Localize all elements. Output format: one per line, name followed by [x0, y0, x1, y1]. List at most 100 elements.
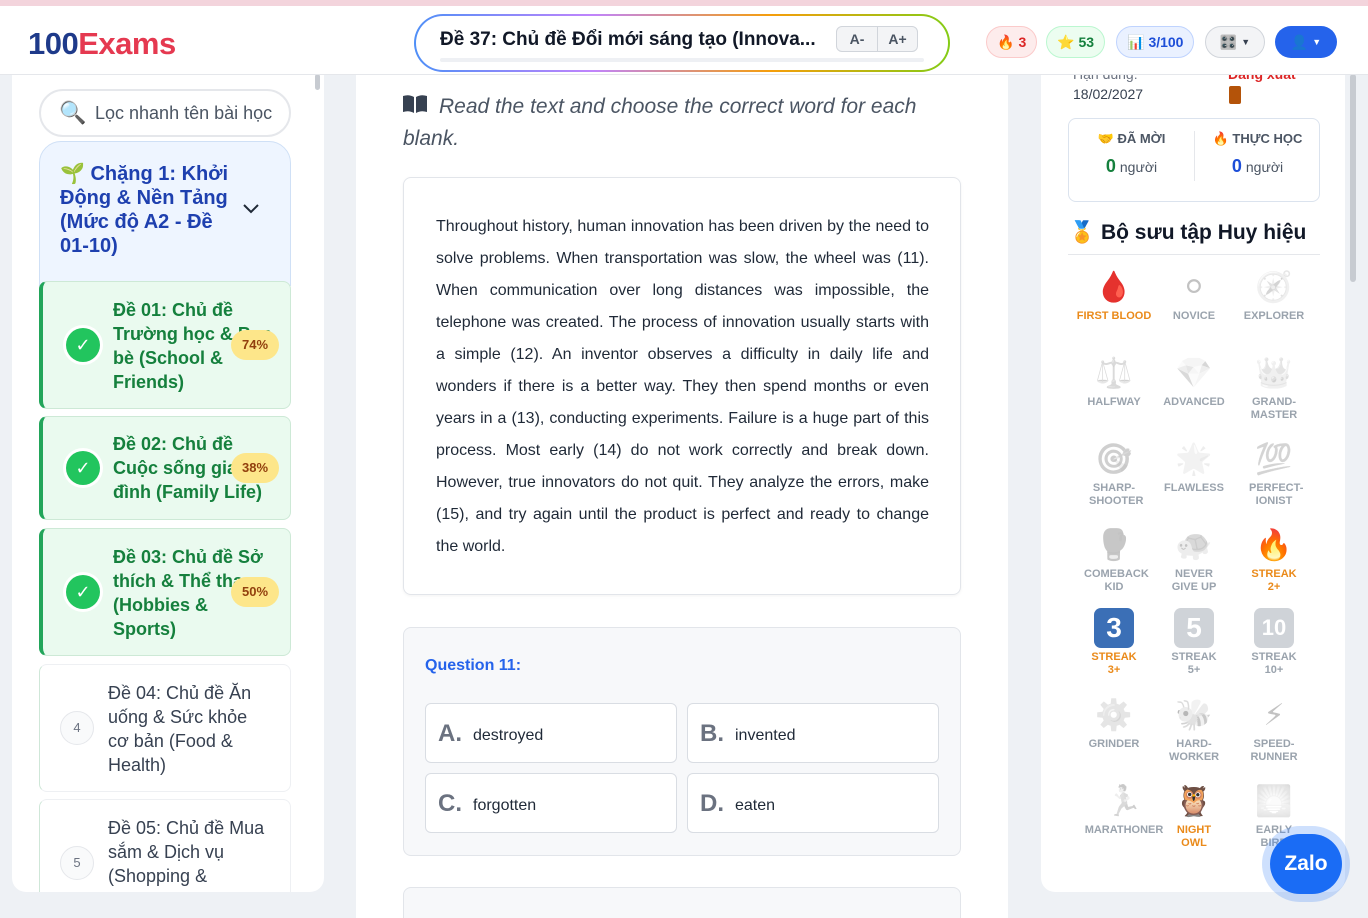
lesson-score-badge: 74%	[231, 330, 279, 360]
number-10-icon: 10	[1254, 608, 1294, 648]
badge-hard-worker[interactable]: 🐝 HARD-WORKER	[1154, 697, 1234, 764]
streak-count: 3	[1018, 34, 1027, 50]
logout-link[interactable]: Đăng xuất	[1228, 74, 1296, 82]
badge-first-blood[interactable]: 🩸 FIRST BLOOD	[1074, 269, 1154, 323]
badge-label: EXPLORER	[1243, 310, 1305, 322]
expiry-label: Hạn dùng:	[1073, 74, 1138, 82]
door-icon[interactable]	[1229, 86, 1241, 104]
turtle-icon: 🐢	[1175, 529, 1213, 562]
sunrise-icon: 🌅	[1255, 785, 1293, 818]
search-placeholder: Lọc nhanh tên bài học	[95, 103, 273, 123]
invite-stats-card: 🤝 ĐÃ MỜI 0 người 🔥 THỰC HỌC 0 người	[1068, 118, 1320, 202]
chart-icon: 📊	[1127, 33, 1145, 50]
instruction-text: Read the text and choose the correct wor…	[403, 95, 917, 150]
runner-icon: 🏃	[1105, 785, 1143, 818]
top-bar: 100Exams Đề 37: Chủ đề Đổi mới sáng tạo …	[0, 0, 1368, 75]
chevron-down-icon: ▼	[1241, 37, 1251, 47]
option-c-button[interactable]: C. forgotten	[425, 773, 677, 833]
check-icon: ✓	[66, 451, 100, 485]
badge-label: FIRST BLOOD	[1076, 310, 1152, 322]
badge-streak-3[interactable]: 3 STREAK 3+	[1074, 608, 1154, 677]
search-icon: 🔍	[59, 100, 87, 125]
practice-label: 🔥 THỰC HỌC	[1212, 131, 1303, 146]
badge-marathoner[interactable]: 🏃 MARATHONER	[1084, 783, 1164, 837]
badge-speed-runner[interactable]: ⚡ SPEED-RUNNER	[1234, 697, 1314, 764]
invited-stat: 🤝 ĐÃ MỜI 0 người	[1069, 131, 1194, 177]
sidebar-scrollbar[interactable]	[315, 74, 320, 90]
badge-halfway[interactable]: ⚖️ HALFWAY	[1074, 355, 1154, 409]
badge-label: GRINDER	[1088, 738, 1140, 750]
option-d-button[interactable]: D. eaten	[687, 773, 939, 833]
gear-icon: ⚙️	[1095, 699, 1133, 732]
bee-icon: 🐝	[1175, 699, 1213, 732]
crown-icon: 👑	[1255, 357, 1293, 390]
option-a-button[interactable]: A. destroyed	[425, 703, 677, 763]
lesson-item[interactable]: ✓ Đề 01: Chủ đề Trường học & Bạn bè (Sch…	[39, 281, 291, 409]
font-decrease-button[interactable]: A-	[837, 27, 877, 51]
progress-count: 3/100	[1148, 34, 1184, 50]
option-letter: C.	[438, 790, 462, 817]
lesson-item[interactable]: ✓ Đề 02: Chủ đề Cuộc sống gia đình (Fami…	[39, 416, 291, 520]
exam-title: Đề 37: Chủ đề Đổi mới sáng tạo (Innova..…	[440, 29, 816, 50]
circle-icon: ⚪	[1181, 271, 1207, 304]
badge-never-give-up[interactable]: 🐢 NEVER GIVE UP	[1154, 527, 1234, 594]
badge-perfectionist[interactable]: 💯 PERFECT-IONIST	[1234, 441, 1314, 508]
question-card: Question 11: A. destroyed B. invented C.…	[403, 627, 961, 856]
check-icon: ✓	[66, 575, 100, 609]
boxing-glove-icon: 🥊	[1095, 529, 1133, 562]
badge-explorer[interactable]: 🧭 EXPLORER	[1234, 269, 1314, 323]
badge-streak-10[interactable]: 10 STREAK 10+	[1234, 608, 1314, 677]
badge-label: HALFWAY	[1087, 396, 1141, 408]
number-5-icon: 5	[1174, 608, 1214, 648]
stage-accordion[interactable]: 🌱 Chặng 1: Khởi Động & Nền Tảng (Mức độ …	[39, 141, 291, 286]
passage-card: Throughout history, human innovation has…	[403, 177, 961, 595]
stage-title: 🌱 Chặng 1: Khởi Động & Nền Tảng (Mức độ …	[60, 163, 229, 257]
exam-title-pill: Đề 37: Chủ đề Đổi mới sáng tạo (Innova..…	[414, 14, 950, 72]
lesson-item[interactable]: 5 Đề 05: Chủ đề Mua sắm & Dịch vụ (Shopp…	[39, 799, 291, 892]
right-sidebar-scrollbar[interactable]	[1350, 74, 1356, 282]
logo[interactable]: 100Exams	[28, 26, 176, 62]
option-letter: D.	[700, 790, 724, 817]
badge-label: PERFECT-IONIST	[1249, 482, 1304, 507]
chevron-down-icon	[243, 204, 259, 214]
chevron-down-icon: ▼	[1312, 37, 1322, 47]
glowing-star-icon: 🌟	[1175, 443, 1213, 476]
zalo-chat-button[interactable]: Zalo	[1270, 834, 1342, 894]
badge-comeback-kid[interactable]: 🥊 COMEBACK KID	[1074, 527, 1154, 594]
invited-label: 🤝 ĐÃ MỜI	[1097, 131, 1166, 146]
badge-streak-5[interactable]: 5 STREAK 5+	[1154, 608, 1234, 677]
badge-novice[interactable]: ⚪ NOVICE	[1154, 269, 1234, 323]
next-question-card	[403, 887, 961, 918]
badge-advanced[interactable]: 💎 ADVANCED	[1154, 355, 1234, 409]
badge-label: GRAND-MASTER	[1250, 396, 1298, 421]
reading-passage: Throughout history, human innovation has…	[436, 218, 929, 555]
font-size-controls: A- A+	[836, 26, 918, 52]
badge-streak-2[interactable]: 🔥 STREAK 2+	[1234, 527, 1314, 594]
badge-flawless[interactable]: 🌟 FLAWLESS	[1154, 441, 1234, 495]
invited-count: 0	[1105, 156, 1116, 176]
logo-number: 100	[28, 26, 79, 61]
blood-drop-icon: 🩸	[1095, 271, 1133, 304]
badge-label: STREAK 5+	[1171, 651, 1217, 676]
user-menu-button[interactable]: 👤 ▼	[1275, 26, 1337, 58]
exam-progress-bar	[440, 58, 924, 62]
progress-badge[interactable]: 📊 3/100	[1116, 26, 1195, 58]
lesson-item[interactable]: 4 Đề 04: Chủ đề Ăn uống & Sức khỏe cơ bả…	[39, 664, 291, 792]
apps-menu-button[interactable]: 🎛️ ▼	[1205, 26, 1265, 58]
font-increase-button[interactable]: A+	[877, 27, 917, 51]
badge-night-owl[interactable]: 🦉 NIGHT OWL	[1154, 783, 1234, 850]
option-b-button[interactable]: B. invented	[687, 703, 939, 763]
badge-label: ADVANCED	[1163, 396, 1225, 408]
badge-grandmaster[interactable]: 👑 GRAND-MASTER	[1234, 355, 1314, 422]
badge-grinder[interactable]: ⚙️ GRINDER	[1074, 697, 1154, 751]
compass-icon: 🧭	[1255, 271, 1293, 304]
fire-icon: 🔥	[1255, 529, 1293, 562]
lesson-search-input[interactable]: 🔍 Lọc nhanh tên bài học	[39, 89, 291, 137]
hundred-icon: 💯	[1255, 443, 1293, 476]
lesson-item[interactable]: ✓ Đề 03: Chủ đề Sở thích & Thể thao (Hob…	[39, 528, 291, 656]
streak-badge[interactable]: 🔥 3	[986, 26, 1038, 58]
badge-sharpshooter[interactable]: 🎯 SHARP-SHOOTER	[1074, 441, 1154, 508]
stars-badge[interactable]: ⭐ 53	[1046, 26, 1106, 58]
badge-label: COMEBACK KID	[1084, 568, 1149, 593]
badge-label: FLAWLESS	[1164, 482, 1224, 494]
